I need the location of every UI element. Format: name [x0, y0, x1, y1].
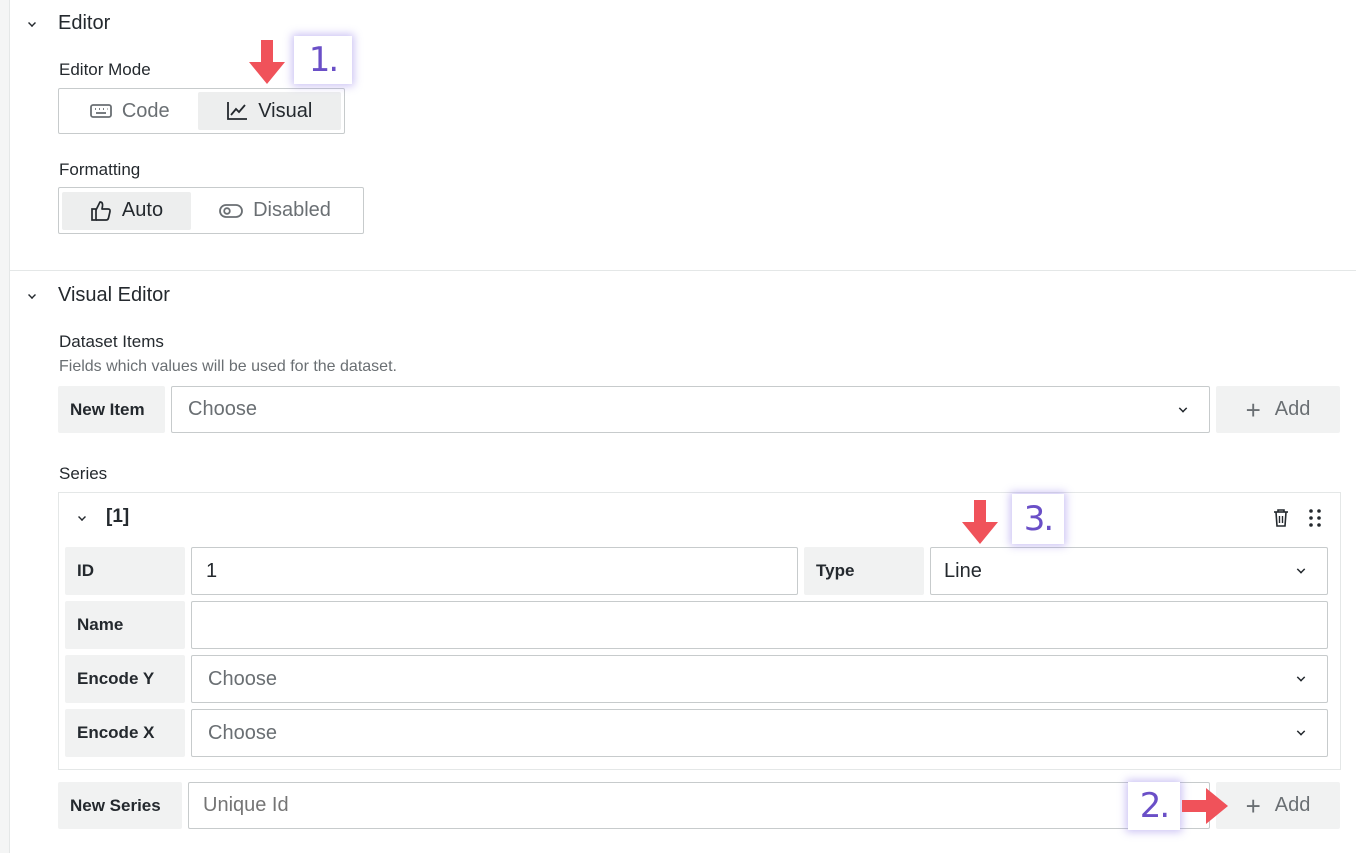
dataset-items-label: Dataset Items — [59, 332, 164, 351]
chevron-down-icon — [1296, 565, 1306, 574]
keyboard-icon — [89, 103, 112, 119]
editor-mode-visual-button[interactable]: Visual — [197, 92, 341, 130]
formatting-label: Formatting — [59, 160, 141, 179]
encode-y-addon: Encode Y — [65, 655, 185, 703]
name-addon: Name — [65, 601, 185, 649]
formatting-auto-button[interactable]: Auto — [62, 191, 191, 230]
select-value: Choose — [208, 721, 277, 744]
option-label: Visual — [258, 99, 313, 122]
option-label: Code — [121, 99, 170, 122]
select-value: Choose — [208, 667, 277, 690]
editor-section-header[interactable]: Editor — [28, 10, 110, 36]
drag-handle-icon[interactable] — [1308, 508, 1322, 528]
series-label: Series — [59, 464, 108, 483]
encode-x-addon: Encode X — [65, 709, 185, 757]
step-2-callout: 2. — [1128, 782, 1180, 830]
series-type-select[interactable]: Line — [930, 547, 1328, 595]
addon-label: New Item — [70, 399, 145, 419]
dataset-item-select[interactable]: Choose — [171, 386, 1210, 433]
input-value: 1 — [206, 559, 218, 582]
series-name-input[interactable] — [191, 601, 1328, 649]
arrow-down-icon — [959, 500, 1001, 546]
line-chart-icon — [226, 101, 248, 121]
visual-editor-section-header[interactable]: Visual Editor — [28, 282, 170, 308]
series-id-input[interactable]: 1 — [191, 547, 798, 595]
chevron-down-icon — [1178, 403, 1188, 413]
callout-text: 3. — [1023, 499, 1054, 539]
step-1-callout: 1. — [294, 36, 352, 84]
callout-text: 1. — [308, 40, 339, 80]
callout-text: 2. — [1139, 786, 1170, 826]
addon-label: Encode X — [77, 723, 155, 742]
series-item-header[interactable]: [1] — [78, 506, 129, 528]
add-series-button[interactable]: + Add — [1216, 782, 1340, 829]
addon-label: Type — [816, 561, 855, 580]
chevron-down-icon — [1296, 727, 1306, 736]
addon-label: New Series — [70, 795, 161, 815]
arrow-down-icon — [246, 40, 288, 86]
dataset-items-description: Fields which values will be used for the… — [59, 358, 397, 375]
section-title: Visual Editor — [58, 283, 170, 306]
chevron-down-icon — [28, 291, 36, 299]
editor-mode-label: Editor Mode — [59, 60, 151, 79]
editor-mode-code-button[interactable]: Code — [62, 92, 198, 130]
section-title: Editor — [58, 11, 111, 34]
new-series-addon: New Series — [58, 782, 182, 829]
trash-icon[interactable] — [1272, 508, 1290, 528]
option-label: Disabled — [253, 199, 331, 221]
series-item-title: [1] — [106, 506, 130, 527]
type-addon: Type — [804, 547, 924, 595]
formatting-disabled-button[interactable]: Disabled — [191, 192, 359, 230]
addon-label: Name — [77, 615, 124, 634]
editor-mode-segmented: Code Visual — [58, 88, 345, 134]
new-series-id-input[interactable] — [188, 782, 1210, 829]
select-value: Line — [944, 559, 982, 582]
add-dataset-item-button[interactable]: + Add — [1216, 386, 1340, 433]
formatting-segmented: Auto Disabled — [58, 187, 364, 234]
step-3-callout: 3. — [1012, 494, 1064, 544]
option-label: Auto — [121, 199, 164, 221]
chevron-down-icon — [78, 513, 86, 521]
chevron-down-icon — [1296, 673, 1306, 682]
plus-icon: + — [1245, 394, 1261, 425]
arrow-right-icon — [1182, 784, 1230, 828]
new-item-addon: New Item — [58, 386, 165, 433]
toggle-icon — [219, 203, 243, 219]
encode-x-select[interactable]: Choose — [191, 709, 1328, 757]
addon-label: Encode Y — [77, 669, 155, 688]
addon-label: ID — [77, 561, 94, 580]
thumbs-up-icon — [90, 200, 112, 222]
add-label: Add — [1274, 398, 1311, 420]
select-value: Choose — [188, 398, 257, 420]
chevron-down-icon — [28, 19, 36, 27]
encode-y-select[interactable]: Choose — [191, 655, 1328, 703]
left-rail — [0, 0, 10, 853]
plus-icon: + — [1245, 790, 1261, 821]
add-label: Add — [1274, 794, 1311, 816]
id-addon: ID — [65, 547, 185, 595]
section-divider — [10, 270, 1356, 271]
